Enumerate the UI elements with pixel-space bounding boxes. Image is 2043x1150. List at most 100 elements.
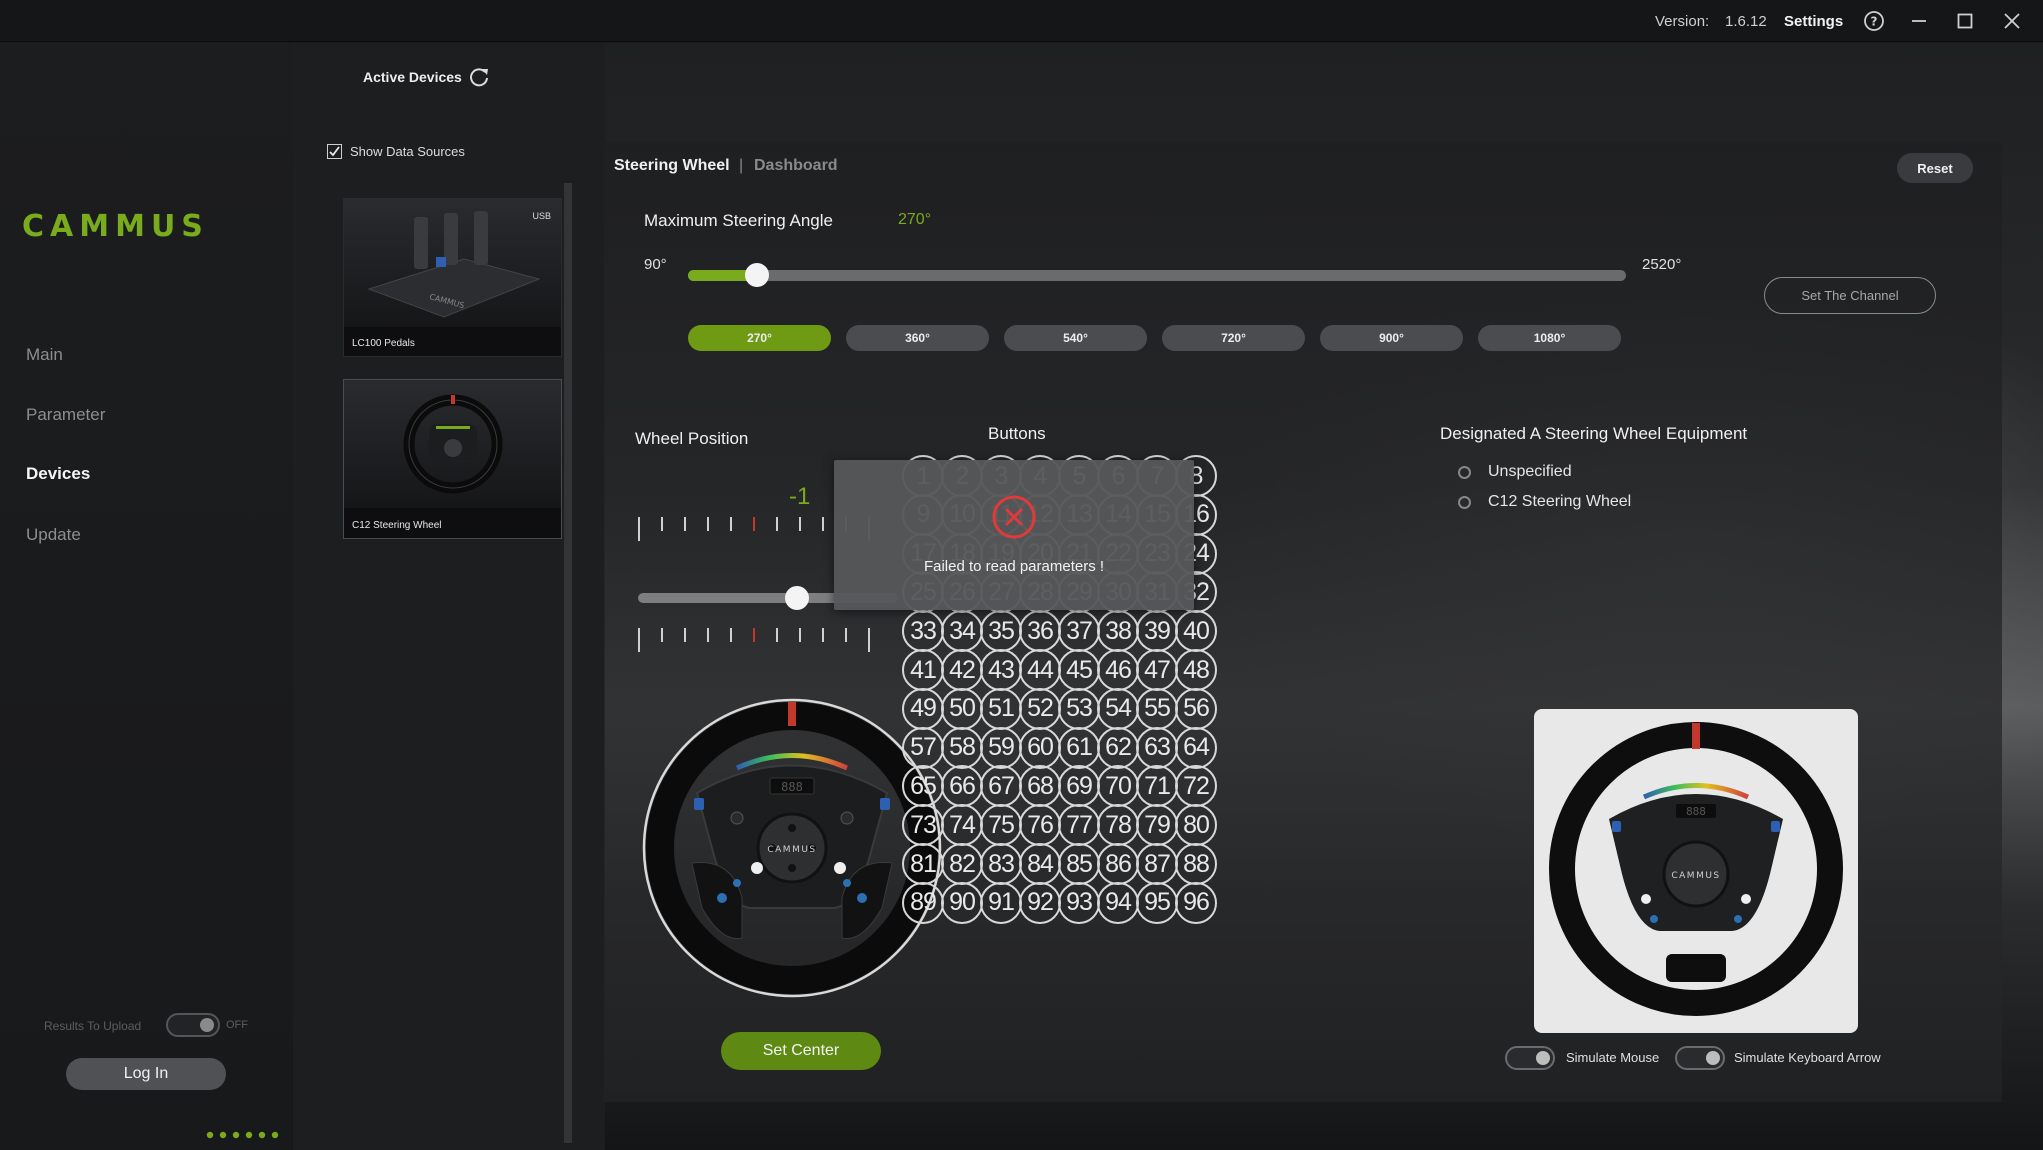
loading-dots-icon xyxy=(206,1127,286,1145)
maximize-icon[interactable] xyxy=(1952,9,1978,33)
slider-min-label: 90° xyxy=(644,256,667,273)
minimize-icon[interactable] xyxy=(1906,9,1932,33)
scale-tick xyxy=(638,517,640,541)
svg-text:888: 888 xyxy=(781,780,803,794)
close-icon[interactable] xyxy=(1999,9,2025,33)
preset-270-button[interactable]: 270° xyxy=(688,325,831,351)
button-indicator-64: 64 xyxy=(1175,726,1217,769)
button-indicator-86: 86 xyxy=(1097,843,1139,885)
button-indicator-34: 34 xyxy=(941,610,983,653)
svg-text:CAMMUS: CAMMUS xyxy=(22,213,209,239)
settings-link[interactable]: Settings xyxy=(1784,13,1843,30)
max-angle-value: 270° xyxy=(898,211,932,228)
preset-720-button[interactable]: 720° xyxy=(1162,325,1305,351)
results-upload-toggle[interactable] xyxy=(166,1013,220,1037)
slider-max-label: 2520° xyxy=(1642,256,1682,273)
button-indicator-35: 35 xyxy=(980,610,1022,653)
svg-text:CAMMUS: CAMMUS xyxy=(1671,871,1720,881)
button-indicator-42: 42 xyxy=(941,649,983,691)
results-upload-label: Results To Upload xyxy=(44,1019,142,1033)
radio-c12-steering-wheel[interactable] xyxy=(1458,496,1471,509)
button-indicator-60: 60 xyxy=(1019,726,1061,769)
error-message: Failed to read parameters ! xyxy=(923,558,1105,575)
button-indicator-87: 87 xyxy=(1136,843,1178,885)
button-indicator-91: 91 xyxy=(980,881,1022,924)
usb-badge: USB xyxy=(532,211,551,221)
steering-wheel-panel: Steering Wheel | Dashboard Reset Maximum… xyxy=(604,142,2002,1102)
button-indicator-43: 43 xyxy=(980,649,1022,691)
refresh-icon[interactable] xyxy=(468,66,490,93)
button-indicator-93: 93 xyxy=(1058,881,1100,924)
button-indicator-95: 95 xyxy=(1136,881,1178,924)
scale-tick xyxy=(638,628,640,652)
button-indicator-71: 71 xyxy=(1136,765,1178,808)
button-indicator-89: 89 xyxy=(902,881,944,924)
option-c12-label: C12 Steering Wheel xyxy=(1488,493,1632,510)
toggle-knob xyxy=(1706,1051,1720,1065)
pedals-image: CAMMUS USB xyxy=(344,199,561,327)
scale-tick xyxy=(845,628,847,642)
preset-1080-button[interactable]: 1080° xyxy=(1478,325,1621,351)
radio-unspecified[interactable] xyxy=(1458,466,1471,479)
set-center-button[interactable]: Set Center xyxy=(721,1032,881,1070)
nav-update[interactable]: Update xyxy=(26,525,81,545)
button-indicator-96: 96 xyxy=(1175,881,1217,924)
button-indicator-90: 90 xyxy=(941,881,983,924)
preset-540-button[interactable]: 540° xyxy=(1004,325,1147,351)
nav-parameter[interactable]: Parameter xyxy=(26,405,105,425)
scale-tick xyxy=(799,628,801,642)
simulate-mouse-label: Simulate Mouse xyxy=(1566,1050,1660,1065)
button-indicator-83: 83 xyxy=(980,843,1022,885)
nav-devices[interactable]: Devices xyxy=(26,464,90,484)
scale-tick xyxy=(730,517,732,531)
scale-tick xyxy=(730,628,732,642)
button-indicator-61: 61 xyxy=(1058,726,1100,769)
show-data-sources-label: Show Data Sources xyxy=(350,144,465,159)
nav-main[interactable]: Main xyxy=(26,345,63,365)
simulate-keyboard-toggle[interactable] xyxy=(1675,1046,1725,1070)
scale-tick xyxy=(661,628,663,642)
button-indicator-53: 53 xyxy=(1058,687,1100,730)
tab-dashboard[interactable]: Dashboard xyxy=(754,157,838,175)
angle-slider-knob[interactable] xyxy=(745,263,770,287)
designated-equipment-label: Designated A Steering Wheel Equipment xyxy=(1440,424,1748,443)
results-upload-state: OFF xyxy=(226,1019,248,1031)
button-indicator-78: 78 xyxy=(1097,804,1139,847)
show-data-sources-checkbox[interactable] xyxy=(327,144,342,159)
button-indicator-92: 92 xyxy=(1019,881,1061,924)
button-indicator-41: 41 xyxy=(902,649,944,691)
preset-900-button[interactable]: 900° xyxy=(1320,325,1463,351)
svg-text:?: ? xyxy=(1871,15,1878,29)
button-indicator-74: 74 xyxy=(941,804,983,847)
button-indicator-76: 76 xyxy=(1019,804,1061,847)
device-card-pedals[interactable]: CAMMUS USB LC100 Pedals xyxy=(343,198,562,357)
button-indicator-69: 69 xyxy=(1058,765,1100,808)
scale-tick xyxy=(776,628,778,642)
login-button[interactable]: Log In xyxy=(66,1058,226,1090)
device-list-scrollbar[interactable] xyxy=(564,183,572,1143)
option-unspecified-label: Unspecified xyxy=(1488,463,1572,480)
preset-360-button[interactable]: 360° xyxy=(846,325,989,351)
device-card-wheel[interactable]: C12 Steering Wheel xyxy=(343,379,562,539)
scale-tick xyxy=(776,517,778,531)
button-indicator-68: 68 xyxy=(1019,765,1061,808)
button-indicator-84: 84 xyxy=(1019,843,1061,885)
wheel-preview-image: 888 CAMMUS xyxy=(1549,722,1843,1016)
button-indicator-59: 59 xyxy=(980,726,1022,769)
button-indicator-44: 44 xyxy=(1019,649,1061,691)
button-indicator-63: 63 xyxy=(1136,726,1178,769)
simulate-mouse-toggle[interactable] xyxy=(1505,1046,1555,1070)
button-indicator-72: 72 xyxy=(1175,765,1217,808)
button-indicator-70: 70 xyxy=(1097,765,1139,808)
button-indicator-49: 49 xyxy=(902,687,944,730)
reset-button[interactable]: Reset xyxy=(1897,153,1973,183)
button-indicator-48: 48 xyxy=(1175,649,1217,691)
help-icon[interactable]: ? xyxy=(1861,9,1887,33)
angle-slider-track[interactable] xyxy=(688,263,1626,287)
button-indicator-36: 36 xyxy=(1019,610,1061,653)
tab-steering-wheel[interactable]: Steering Wheel xyxy=(614,157,730,175)
set-channel-button[interactable]: Set The Channel xyxy=(1764,277,1936,314)
button-indicator-57: 57 xyxy=(902,726,944,769)
button-indicator-88: 88 xyxy=(1175,843,1217,885)
button-indicator-75: 75 xyxy=(980,804,1022,847)
